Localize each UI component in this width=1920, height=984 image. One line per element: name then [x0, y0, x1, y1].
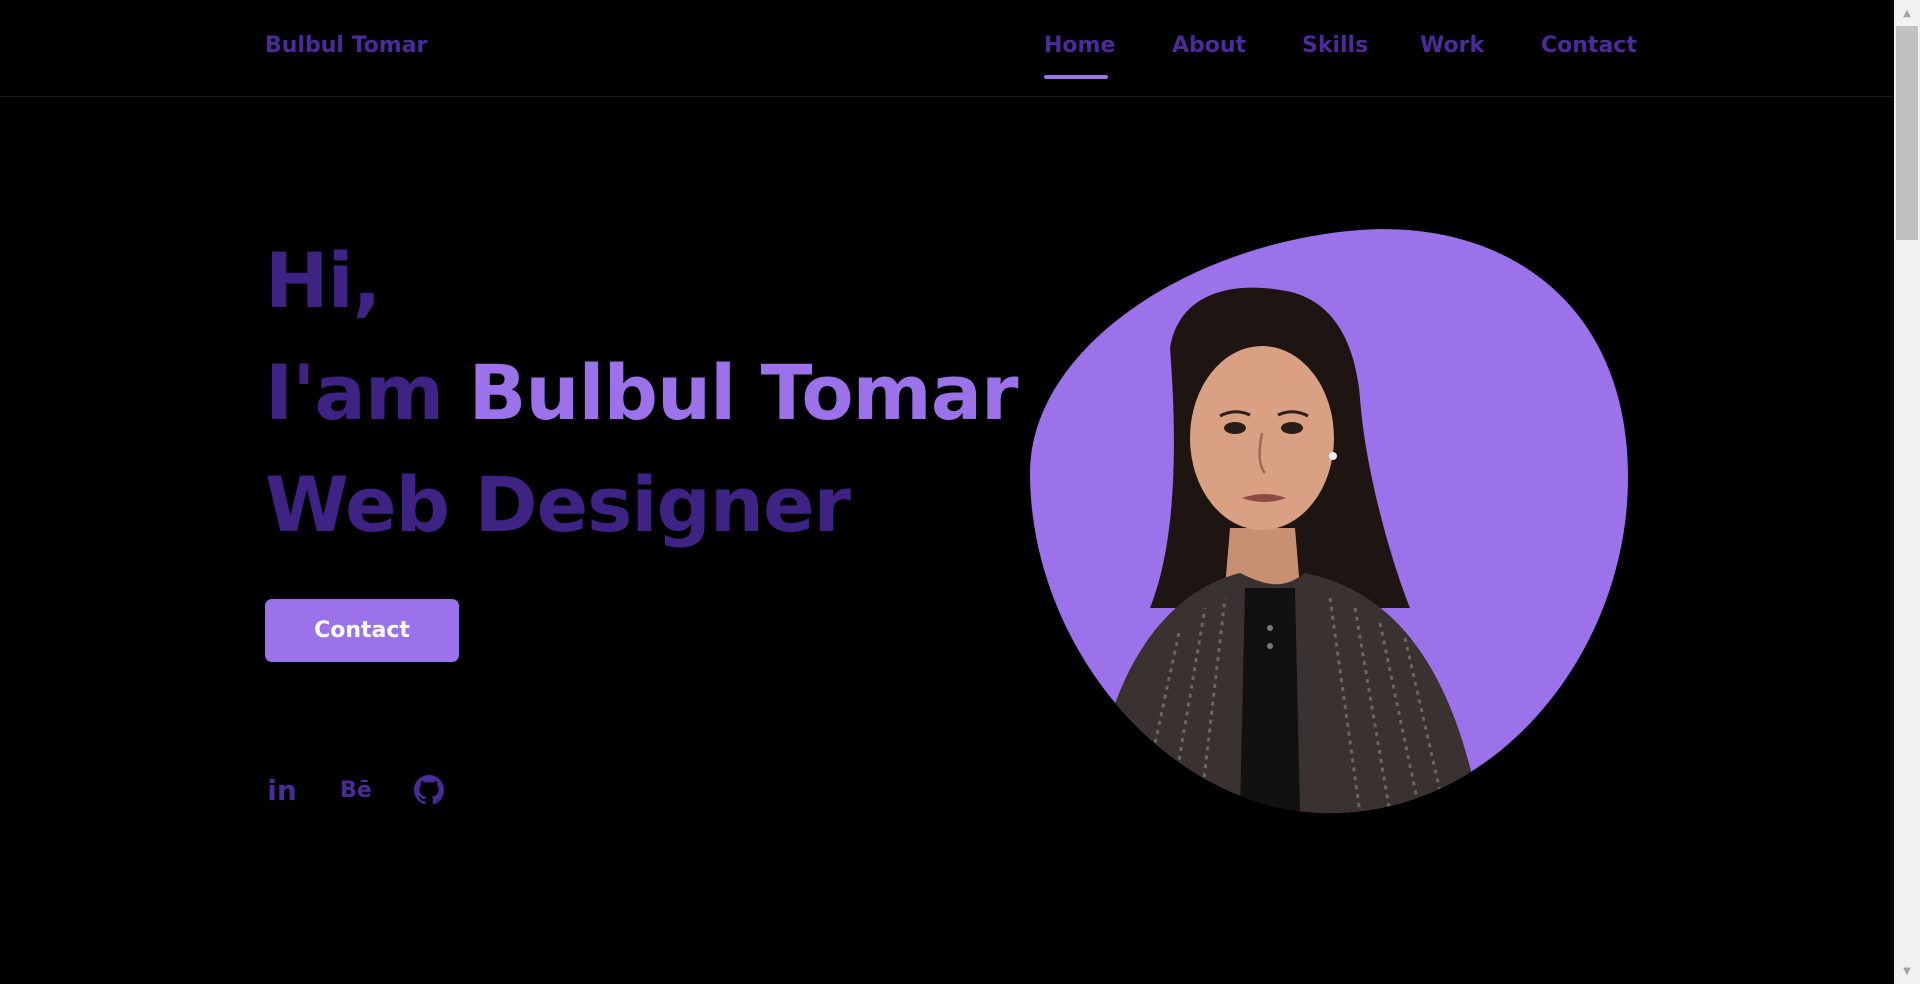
hero-role: Web Designer [265, 460, 851, 549]
linkedin-icon[interactable]: in [265, 772, 299, 808]
active-nav-indicator [1044, 75, 1108, 79]
behance-icon[interactable]: Bē [339, 772, 373, 808]
nav-home[interactable]: Home [1044, 33, 1115, 58]
profile-blob [1030, 229, 1628, 814]
scroll-down-icon[interactable]: ▼ [1894, 958, 1920, 984]
page-scrollbar[interactable]: ▲ ▼ [1894, 0, 1920, 984]
scroll-up-icon[interactable]: ▲ [1894, 0, 1920, 26]
profile-image [1030, 228, 1630, 814]
contact-button[interactable]: Contact [265, 599, 459, 662]
nav-about[interactable]: About [1172, 33, 1246, 58]
hero-name: Bulbul Tomar [468, 348, 1018, 437]
site-header: Bulbul Tomar Home About Skills Work Cont… [0, 0, 1894, 97]
main-nav: Home About Skills Work Contact [0, 33, 1894, 83]
portfolio-page: Bulbul Tomar Home About Skills Work Cont… [0, 0, 1920, 984]
hero-heading: Hi, I'am Bulbul Tomar Web Designer [265, 225, 1019, 561]
hero-greeting: Hi, [265, 236, 382, 325]
scroll-thumb[interactable] [1896, 26, 1918, 240]
nav-work[interactable]: Work [1420, 33, 1484, 58]
nav-skills[interactable]: Skills [1302, 33, 1368, 58]
nav-contact[interactable]: Contact [1541, 33, 1637, 58]
hero-intro-prefix: I'am [265, 348, 469, 437]
hero-intro: I'am Bulbul Tomar [265, 337, 1019, 449]
github-icon[interactable] [412, 772, 446, 808]
